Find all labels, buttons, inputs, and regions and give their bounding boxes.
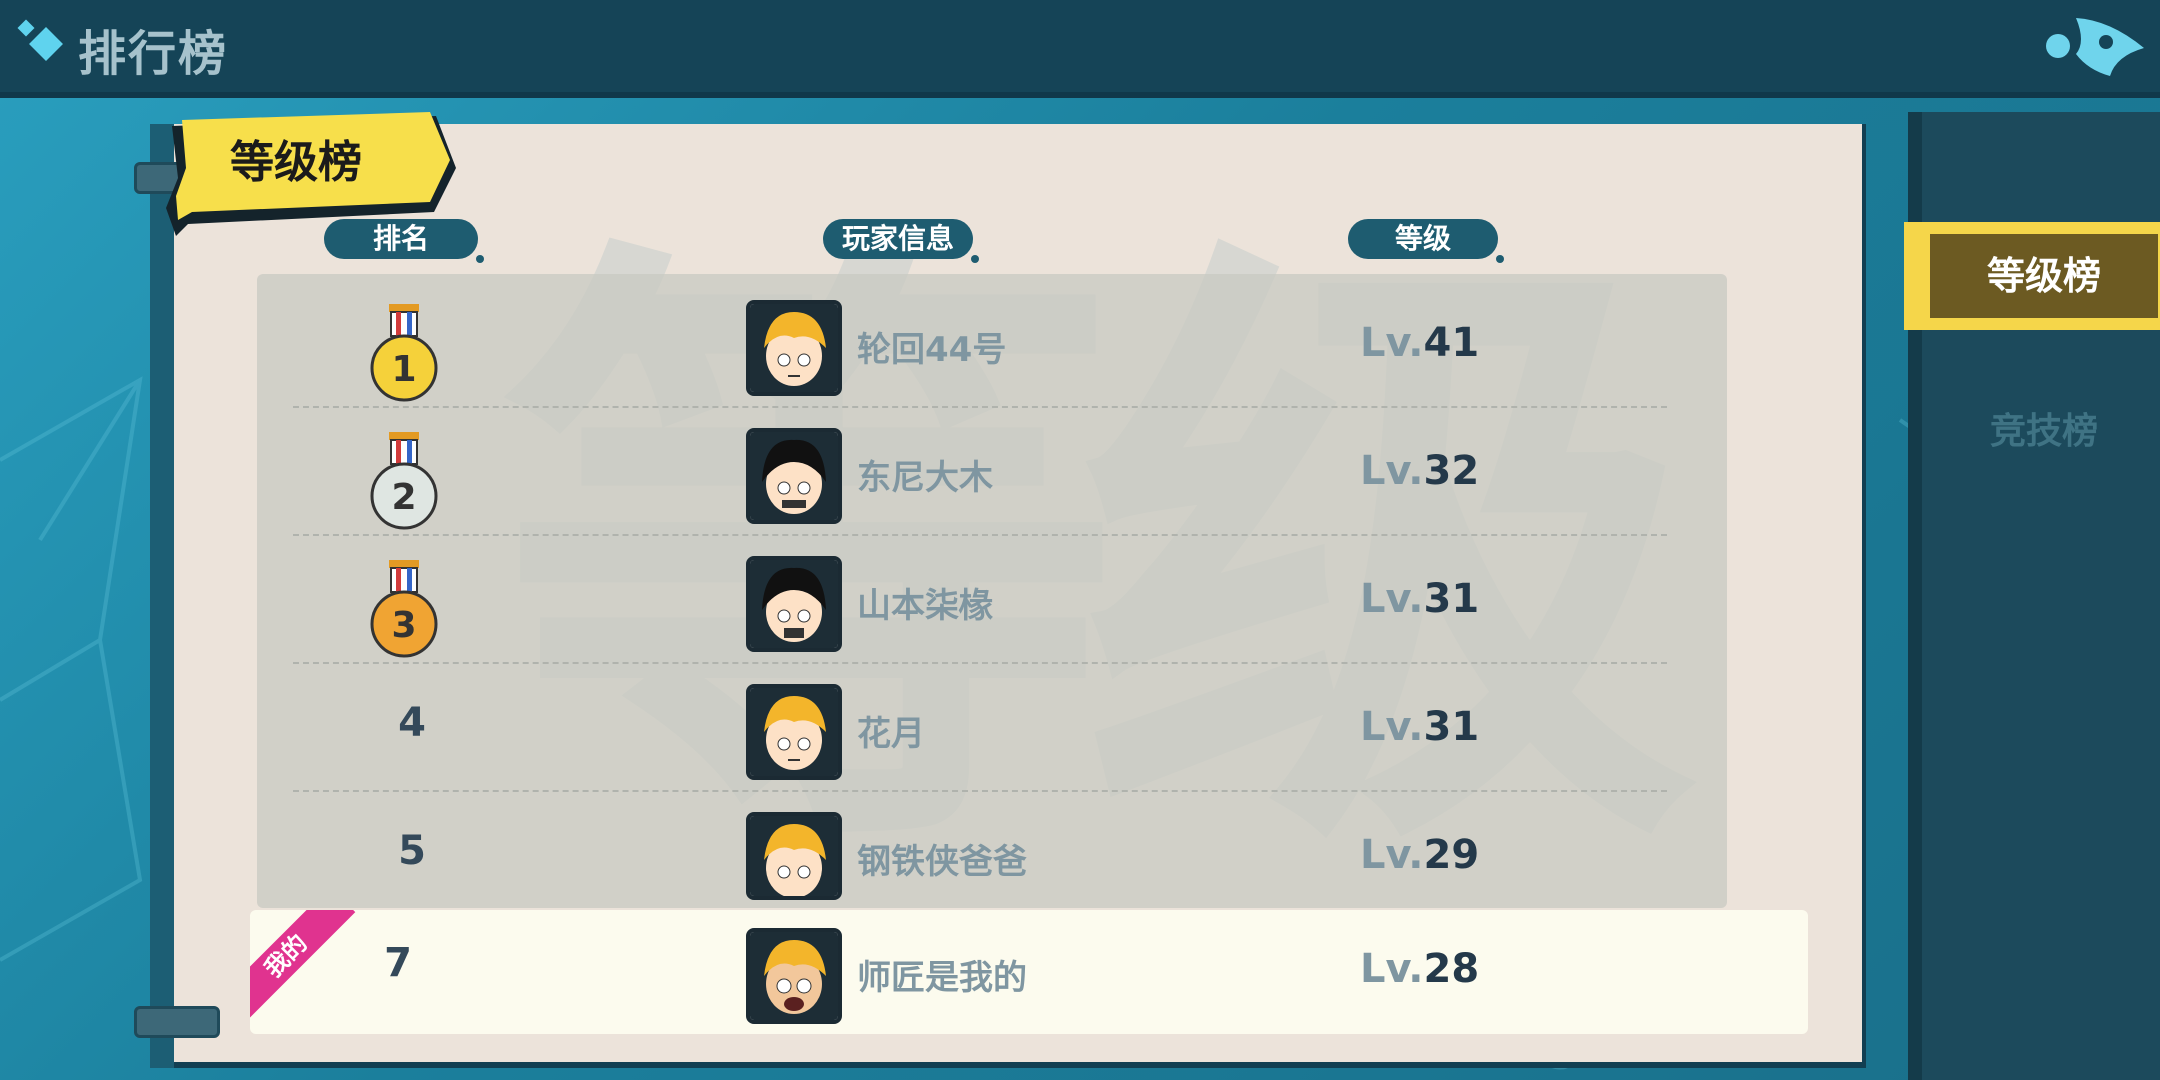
tab-arena-board[interactable]: 竞技榜 bbox=[1930, 390, 2158, 474]
top-bar: 排行榜 bbox=[0, 0, 2160, 92]
my-level: Lv.28 bbox=[1360, 946, 1480, 992]
column-header-level: 等级 bbox=[1348, 219, 1504, 263]
tab-level-board-label[interactable]: 等级榜 bbox=[1930, 234, 2158, 318]
rank-number: 4 bbox=[398, 700, 426, 746]
column-header-rank: 排名 bbox=[324, 219, 484, 263]
my-rank-row[interactable]: 我的 7 师匠是我的 Lv.28 bbox=[250, 910, 1808, 1034]
rank-number: 5 bbox=[398, 828, 426, 874]
player-avatar[interactable] bbox=[746, 812, 842, 900]
my-avatar[interactable] bbox=[746, 928, 842, 1024]
player-name: 花月 bbox=[857, 714, 925, 754]
binding-ring-bottom bbox=[134, 1006, 220, 1038]
player-avatar[interactable] bbox=[746, 556, 842, 652]
medal-rank: 2 bbox=[391, 477, 416, 518]
ranking-row[interactable]: 3 山本柒椽 Lv.31 bbox=[257, 536, 1727, 664]
player-avatar[interactable] bbox=[746, 684, 842, 780]
silver-medal-icon: 2 bbox=[370, 432, 438, 530]
panel-binding bbox=[150, 124, 174, 1068]
page-title: 排行榜 bbox=[78, 26, 229, 82]
ranking-row[interactable]: 5 钢铁侠爸爸 Lv.29 bbox=[257, 792, 1727, 900]
player-avatar[interactable] bbox=[746, 428, 842, 524]
player-name: 山本柒椽 bbox=[857, 586, 993, 626]
player-level: Lv.32 bbox=[1360, 448, 1480, 494]
board-badge-label: 等级榜 bbox=[230, 137, 362, 188]
player-name: 东尼大木 bbox=[857, 458, 993, 498]
medal-rank: 1 bbox=[391, 349, 416, 390]
player-name: 轮回44号 bbox=[857, 330, 1007, 370]
my-player-name: 师匠是我的 bbox=[857, 958, 1027, 998]
ranking-row[interactable]: 2 东尼大木 Lv.32 bbox=[257, 408, 1727, 536]
ranking-row[interactable]: 1 轮回44号 Lv.41 bbox=[257, 280, 1727, 408]
column-header-player: 玩家信息 bbox=[823, 219, 979, 263]
player-level: Lv.41 bbox=[1360, 320, 1480, 366]
ranking-row[interactable]: 4 花月 Lv.31 bbox=[257, 664, 1727, 792]
player-avatar[interactable] bbox=[746, 300, 842, 396]
gold-medal-icon: 1 bbox=[370, 304, 438, 402]
player-level: Lv.29 bbox=[1360, 832, 1480, 878]
player-level: Lv.31 bbox=[1360, 704, 1480, 750]
my-rank-number: 7 bbox=[384, 940, 412, 986]
player-name: 钢铁侠爸爸 bbox=[857, 842, 1027, 882]
leaderboard-icon bbox=[17, 19, 63, 61]
player-level: Lv.31 bbox=[1360, 576, 1480, 622]
back-button[interactable] bbox=[2040, 6, 2150, 86]
medal-rank: 3 bbox=[391, 605, 416, 646]
bronze-medal-icon: 3 bbox=[370, 560, 438, 658]
